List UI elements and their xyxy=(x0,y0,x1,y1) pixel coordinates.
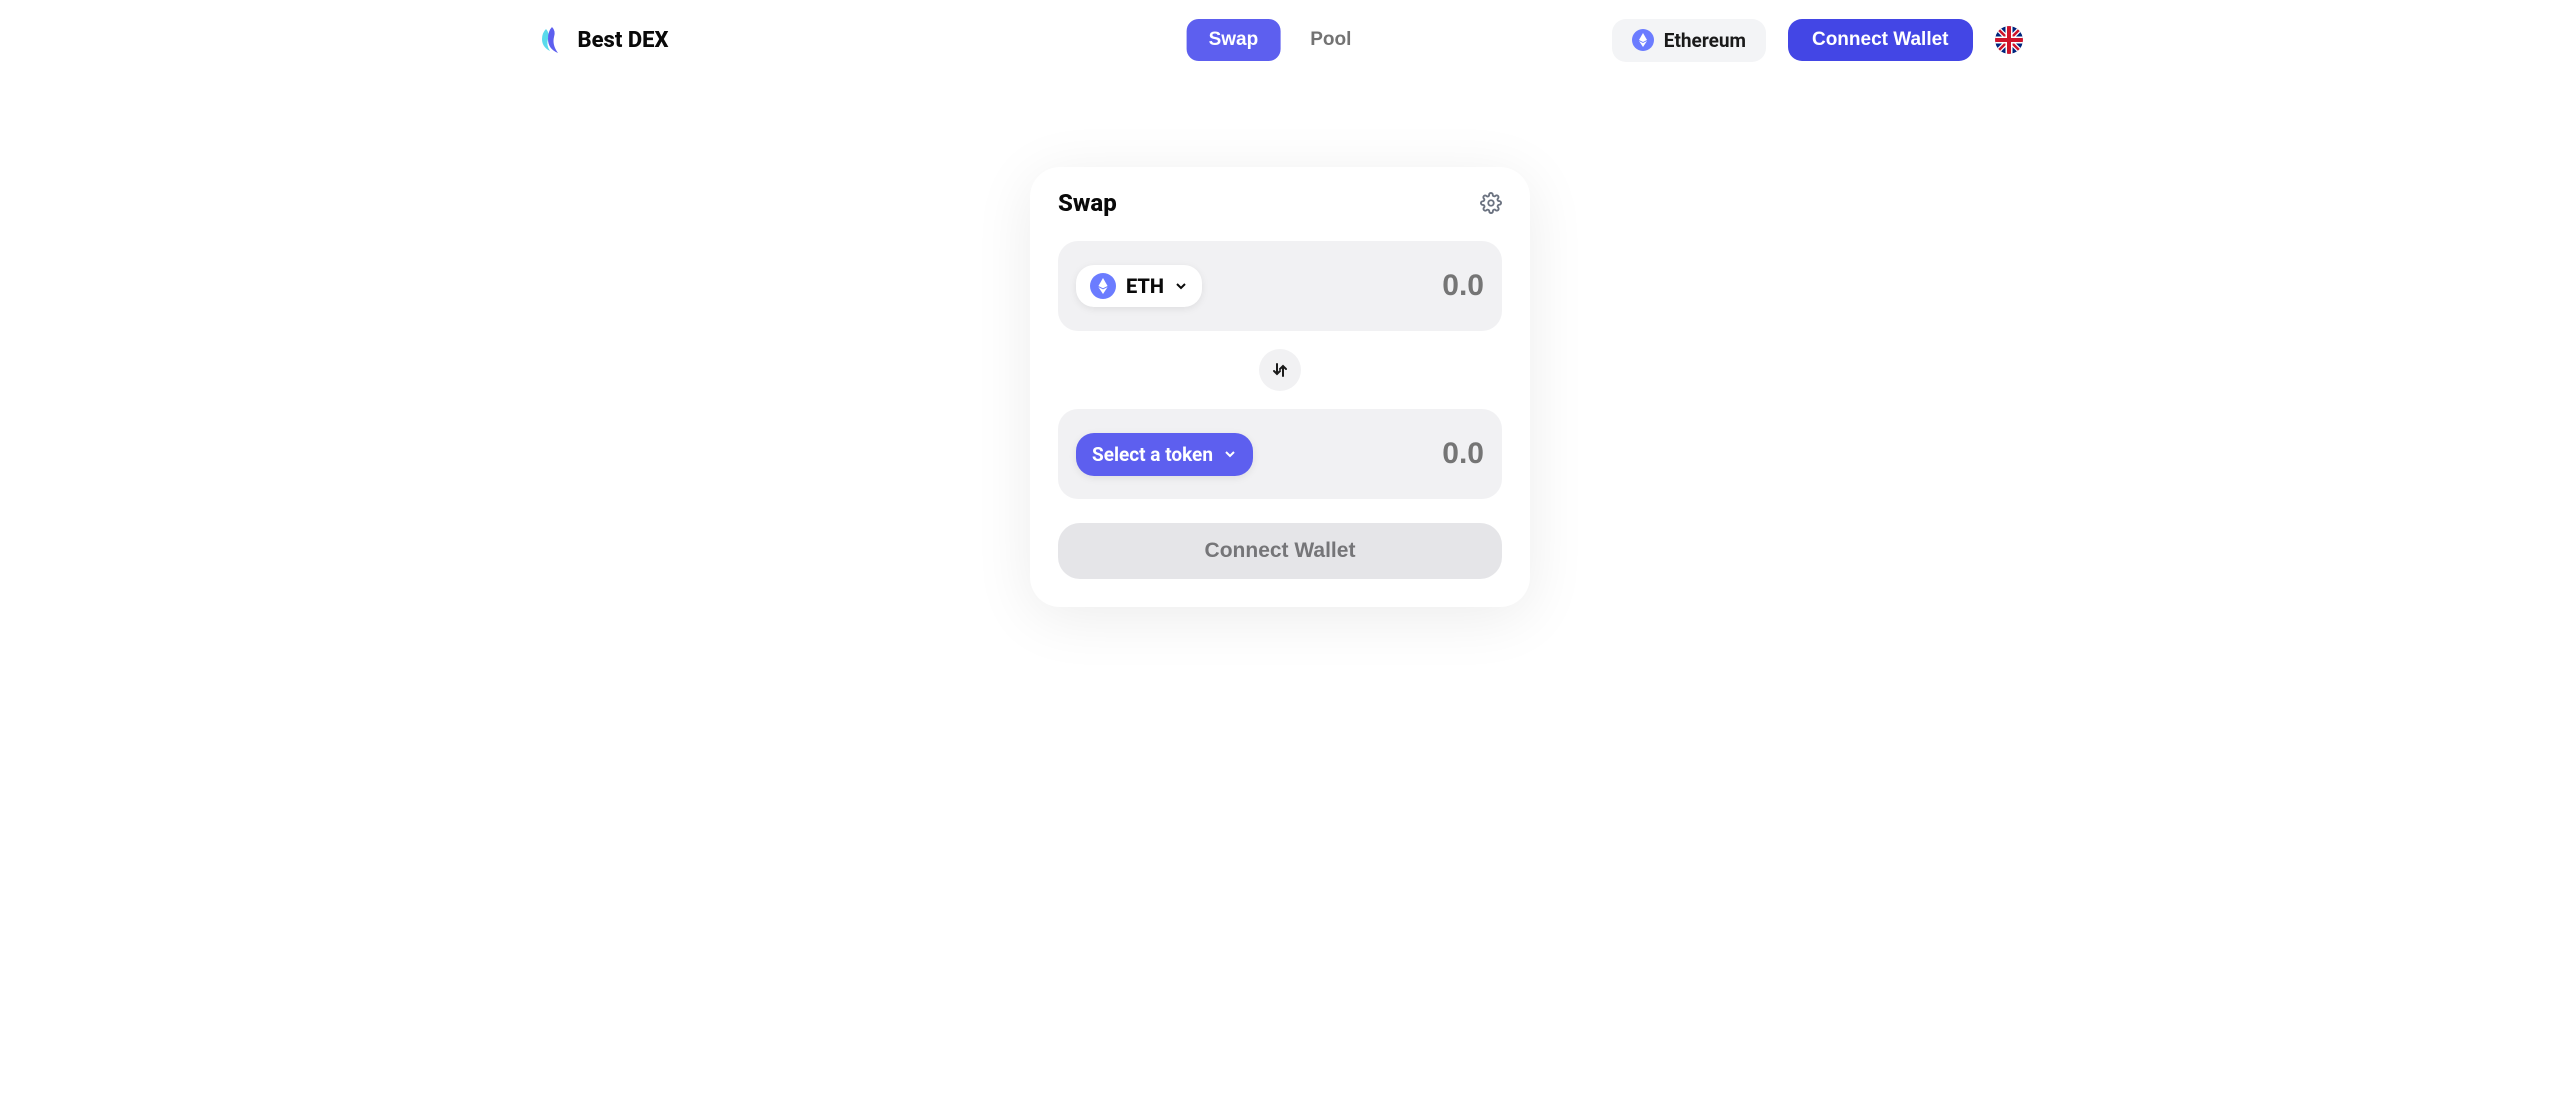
swap-card-header: Swap xyxy=(1058,189,1502,217)
from-amount-input[interactable] xyxy=(1334,269,1484,303)
logo-section[interactable]: Best DEX xyxy=(538,25,669,55)
chevron-down-icon xyxy=(1174,279,1188,293)
ethereum-icon xyxy=(1632,29,1654,51)
swap-card: Swap ETH xyxy=(1030,167,1530,607)
connect-wallet-button[interactable]: Connect Wallet xyxy=(1788,19,1973,61)
ethereum-icon xyxy=(1090,273,1116,299)
logo-text: Best DEX xyxy=(578,28,669,53)
swap-direction-button[interactable] xyxy=(1259,349,1301,391)
gear-icon[interactable] xyxy=(1480,192,1502,214)
tab-swap[interactable]: Swap xyxy=(1187,19,1281,61)
nav-tabs: Swap Pool xyxy=(1187,19,1374,61)
swap-title: Swap xyxy=(1058,189,1117,217)
chevron-down-icon xyxy=(1223,447,1237,461)
swap-arrow-container xyxy=(1058,331,1502,409)
swap-action-button[interactable]: Connect Wallet xyxy=(1058,523,1502,579)
swap-from-box: ETH xyxy=(1058,241,1502,331)
tab-pool[interactable]: Pool xyxy=(1288,19,1373,61)
app-header: Best DEX Swap Pool Ethereum Connect Wall… xyxy=(498,18,2063,62)
to-token-selector[interactable]: Select a token xyxy=(1076,433,1253,476)
swap-arrows-icon xyxy=(1271,361,1289,379)
network-selector[interactable]: Ethereum xyxy=(1612,19,1766,62)
language-selector-uk-flag-icon[interactable] xyxy=(1995,26,2023,54)
header-right: Ethereum Connect Wallet xyxy=(1612,19,2023,62)
logo-icon xyxy=(538,25,568,55)
from-token-symbol: ETH xyxy=(1126,274,1164,298)
to-amount-input[interactable] xyxy=(1334,437,1484,471)
swap-to-box: Select a token xyxy=(1058,409,1502,499)
select-token-label: Select a token xyxy=(1092,443,1213,466)
network-label: Ethereum xyxy=(1664,29,1746,52)
from-token-selector[interactable]: ETH xyxy=(1076,265,1202,307)
